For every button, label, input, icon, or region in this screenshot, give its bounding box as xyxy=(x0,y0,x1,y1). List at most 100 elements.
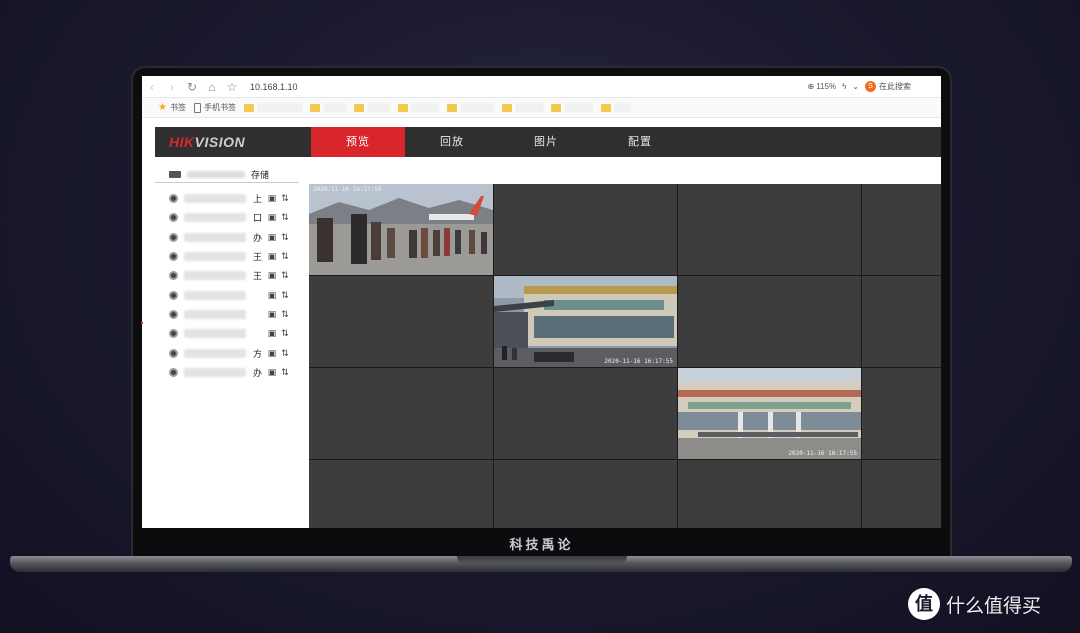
camera-item[interactable]: 王 ▣ ⇅ xyxy=(155,247,309,266)
record-icon[interactable]: ▣ xyxy=(266,290,278,300)
zoom-control[interactable]: ⊕ 115% xyxy=(807,82,836,91)
video-cell-empty[interactable] xyxy=(309,460,493,528)
bookmark-item[interactable]: ★ 书签 xyxy=(158,102,186,113)
video-cell-empty[interactable] xyxy=(862,368,941,459)
camera-status-icon xyxy=(169,329,178,339)
refresh-icon[interactable]: ↻ xyxy=(182,80,202,94)
camera-status-icon xyxy=(169,271,178,281)
camera-status-icon xyxy=(169,348,178,358)
blurred-camera-name xyxy=(184,232,246,242)
ptz-icon[interactable]: ⇅ xyxy=(278,348,292,359)
record-icon[interactable]: ▣ xyxy=(266,271,278,280)
camera-item[interactable]: 上 ▣ ⇅ xyxy=(155,189,309,208)
blurred-label: ░░░░░░░░ xyxy=(256,103,303,112)
bookmark-folder[interactable]: ░░░░░░ xyxy=(447,103,494,112)
bookmark-folder[interactable]: ░░░ xyxy=(600,103,631,112)
lightning-icon[interactable]: ϟ xyxy=(842,82,846,91)
camera-name-suffix: 口 xyxy=(252,213,262,224)
camera-item[interactable]: ▣ ⇅ xyxy=(155,285,309,304)
back-icon[interactable]: ‹ xyxy=(142,80,162,94)
phone-icon xyxy=(193,102,201,113)
camera-item[interactable]: ▣ ⇅ xyxy=(155,324,309,343)
camera-status-icon xyxy=(169,367,178,377)
camera-name-suffix: 方 xyxy=(252,348,262,359)
camera-item[interactable]: 办 ▣ ⇅ xyxy=(155,228,309,247)
record-icon[interactable]: ▣ xyxy=(266,348,278,358)
camera-item[interactable]: 口 ▣ ⇅ xyxy=(155,208,309,227)
video-cell-empty[interactable] xyxy=(309,276,493,367)
blurred-camera-name xyxy=(184,271,246,281)
record-icon[interactable]: ▣ xyxy=(266,213,278,222)
zoom-level: 115% xyxy=(816,82,837,91)
camera-name-suffix: 王 xyxy=(252,252,262,263)
record-icon[interactable]: ▣ xyxy=(266,329,278,338)
camera-status-icon xyxy=(169,252,178,262)
ptz-icon[interactable]: ⇅ xyxy=(278,367,292,378)
camera-item[interactable]: ▣ ⇅ xyxy=(155,305,309,324)
video-cell-terminal-front[interactable]: 2020-11-16 16:17:55 xyxy=(678,368,861,459)
laptop-notch xyxy=(457,556,627,564)
laptop-bezel: 科技禹论 xyxy=(133,528,950,556)
address-bar[interactable]: 10.168.1.10 xyxy=(250,82,298,92)
video-cell-empty[interactable] xyxy=(862,184,941,275)
bookmark-folder[interactable]: ░░░░░ xyxy=(397,103,439,112)
tab-preview[interactable]: 预览 xyxy=(311,127,405,157)
chevron-down-icon[interactable]: ⌄ xyxy=(852,82,859,91)
ptz-icon[interactable]: ⇅ xyxy=(278,328,292,339)
ptz-icon[interactable]: ⇅ xyxy=(278,290,292,301)
bookmark-folder[interactable]: ░░░░░ xyxy=(551,103,593,112)
blurred-label: ░░░ xyxy=(613,103,631,112)
video-cell-airport-apron[interactable]: 2020-11-16 16:17:55 xyxy=(309,184,493,275)
camera-sidebar: 存储 上 ▣ ⇅ 口 ▣ ⇅ 办 ▣ ⇅ 王 ▣ ⇅ 王 ▣ ⇅ ▣ ⇅ ▣ ⇅ ▣ ⇅ 方 ▣ ⇅ 办 ▣ ⇅ xyxy=(155,157,309,528)
blurred-label: ░░░░░░ xyxy=(460,103,495,112)
bookmark-folder[interactable]: ░░░░░ xyxy=(502,103,543,112)
tab-playback[interactable]: 回放 xyxy=(405,127,499,157)
folder-icon xyxy=(502,103,513,112)
bookmark-folder[interactable]: ░░░░ xyxy=(310,103,346,112)
record-icon[interactable]: ▣ xyxy=(266,252,278,261)
camera-item[interactable]: 方 ▣ ⇅ xyxy=(155,343,309,362)
bookmark-folder[interactable]: ░░░░ xyxy=(353,103,390,112)
forward-icon[interactable]: › xyxy=(162,80,182,94)
blurred-camera-name xyxy=(184,309,246,319)
video-cell-terminal-side[interactable]: 2020-11-16 16:17:55 xyxy=(494,276,677,367)
camera-name-suffix: 办 xyxy=(252,367,262,378)
favorite-star-icon[interactable]: ☆ xyxy=(222,80,242,94)
video-cell-empty[interactable] xyxy=(678,184,861,275)
record-icon[interactable]: ▣ xyxy=(266,194,278,203)
ptz-icon[interactable]: ⇅ xyxy=(278,193,292,204)
bookmark-folder[interactable]: ░░░░░░░░ xyxy=(243,103,303,112)
tab-configuration[interactable]: 配置 xyxy=(593,127,687,157)
record-icon[interactable]: ▣ xyxy=(266,367,278,377)
video-cell-empty[interactable] xyxy=(494,184,677,275)
watermark-text: 什么值得买 xyxy=(946,595,1042,617)
camera-item[interactable]: 王 ▣ ⇅ xyxy=(155,266,309,285)
folder-icon xyxy=(551,103,562,112)
video-cell-empty[interactable] xyxy=(309,368,493,459)
video-cell-empty[interactable] xyxy=(494,368,677,459)
tab-picture[interactable]: 图片 xyxy=(499,127,593,157)
smzdm-logo: 值 xyxy=(908,588,940,620)
record-icon[interactable]: ▣ xyxy=(266,232,278,242)
search-box[interactable]: S 在此搜索 xyxy=(865,81,911,92)
bookmark-item[interactable]: 手机书签 xyxy=(193,102,236,113)
ptz-icon[interactable]: ⇅ xyxy=(278,270,292,281)
video-cell-empty[interactable] xyxy=(862,276,941,367)
device-header[interactable]: 存储 xyxy=(155,157,299,183)
video-cell-empty[interactable] xyxy=(862,460,941,528)
blurred-camera-name xyxy=(184,367,246,377)
video-cell-empty[interactable] xyxy=(494,460,677,528)
ptz-icon[interactable]: ⇅ xyxy=(278,212,292,223)
video-cell-empty[interactable] xyxy=(678,460,861,528)
ptz-icon[interactable]: ⇅ xyxy=(278,251,292,262)
video-cell-empty[interactable] xyxy=(678,276,861,367)
record-icon[interactable]: ▣ xyxy=(266,309,278,319)
camera-name-suffix: 王 xyxy=(252,271,262,282)
ptz-icon[interactable]: ⇅ xyxy=(278,232,292,243)
home-icon[interactable]: ⌂ xyxy=(202,80,222,94)
ptz-icon[interactable]: ⇅ xyxy=(278,309,292,320)
camera-item[interactable]: 办 ▣ ⇅ xyxy=(155,363,309,382)
search-placeholder: 在此搜索 xyxy=(879,82,911,91)
search-engine-icon: S xyxy=(865,81,876,92)
camera-name-suffix: 上 xyxy=(252,194,262,205)
